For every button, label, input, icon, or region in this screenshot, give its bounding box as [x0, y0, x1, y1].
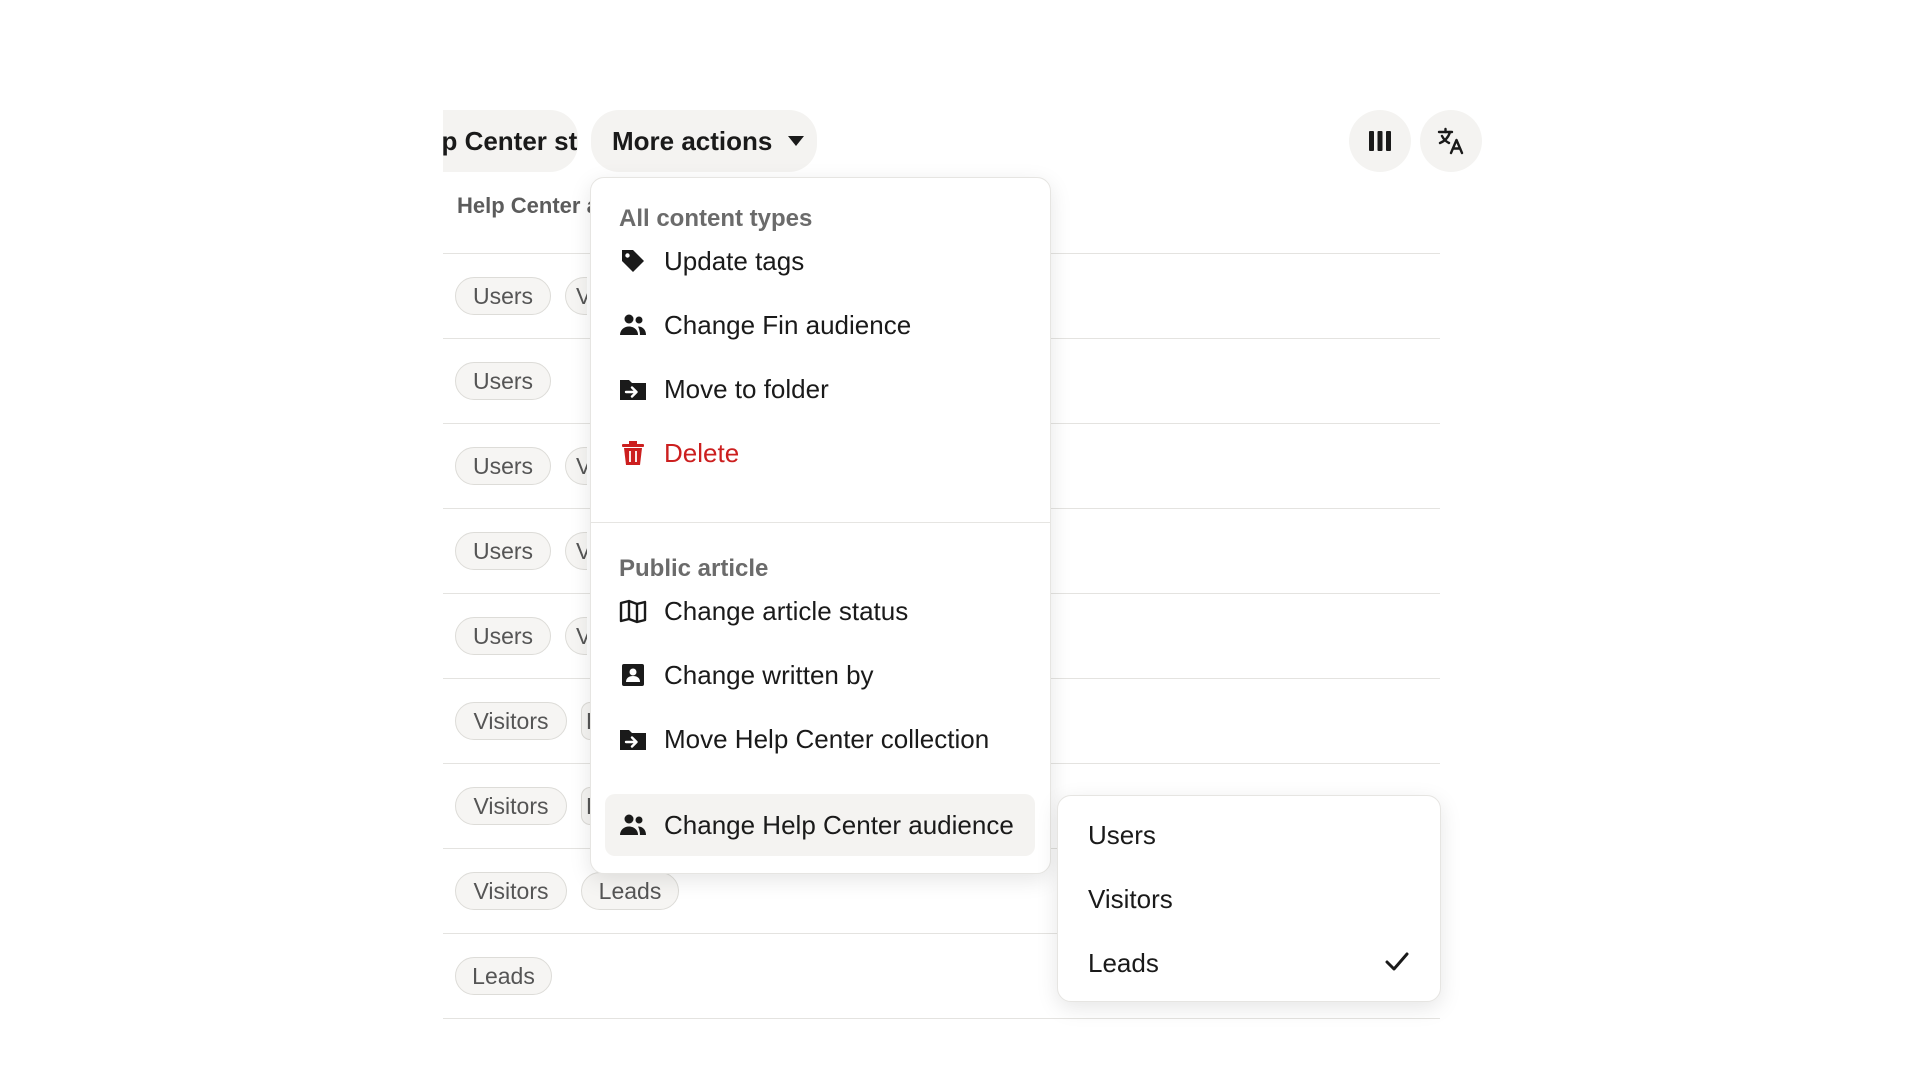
people-icon: [618, 810, 648, 840]
menu-item-label: Move Help Center collection: [664, 723, 990, 754]
submenu-option-label: Visitors: [1088, 883, 1173, 914]
submenu-option-users[interactable]: Users: [1066, 805, 1432, 865]
audience-chip: Users: [455, 447, 551, 485]
audience-chip: Leads: [581, 702, 590, 740]
audience-chip: Users: [455, 532, 551, 570]
people-icon: [618, 310, 648, 340]
audience-chip: Users: [455, 617, 551, 655]
audience-chip: Visitors: [455, 702, 567, 740]
trash-icon: [618, 438, 648, 468]
columns-button[interactable]: [1349, 110, 1411, 172]
menu-item-label: Change Fin audience: [664, 309, 912, 340]
menu-item-change-fin-audience[interactable]: Change Fin audience: [605, 294, 1035, 356]
menu-item-change-written-by[interactable]: Change written by: [605, 644, 1035, 706]
audience-chip: Visitors: [565, 447, 587, 485]
audience-chip: Users: [455, 277, 551, 315]
menu-item-label: Change Help Center audience: [664, 809, 1014, 840]
menu-item-label: Update tags: [664, 245, 805, 276]
audience-chip: Visitors: [455, 787, 567, 825]
audience-chip: Users: [455, 362, 551, 400]
menu-item-change-article-status[interactable]: Change article status: [605, 580, 1035, 642]
book-open-icon: [618, 596, 648, 626]
menu-item-update-tags[interactable]: Update tags: [605, 230, 1035, 292]
menu-section-heading: Public article: [619, 555, 769, 582]
more-actions-button[interactable]: More actions: [591, 110, 817, 172]
submenu-option-label: Leads: [1088, 947, 1159, 978]
help-center-audience-submenu: Users Visitors Leads: [1057, 795, 1441, 1002]
column-header-help-center-audience: Help Center audience: [457, 193, 597, 218]
audience-chip: Leads: [455, 957, 552, 995]
audience-chip: Leads: [581, 787, 590, 825]
submenu-option-leads[interactable]: Leads: [1066, 933, 1432, 993]
menu-item-label: Delete: [664, 437, 740, 468]
translate-button[interactable]: [1420, 110, 1482, 172]
columns-icon: [1369, 131, 1391, 151]
menu-section-heading: All content types: [619, 205, 813, 232]
menu-divider: [591, 522, 1050, 523]
check-icon: [1385, 952, 1409, 971]
tag-icon: [618, 246, 648, 276]
more-actions-label: More actions: [612, 125, 773, 156]
folder-move-icon: [618, 724, 648, 754]
caret-down-icon: [788, 136, 805, 146]
help-center-state-filter[interactable]: Help Center state: [443, 110, 578, 172]
person-card-icon: [618, 660, 648, 690]
submenu-option-label: Users: [1088, 819, 1156, 850]
menu-item-change-help-center-audience[interactable]: Change Help Center audience: [605, 794, 1035, 856]
audience-chip: Leads: [581, 872, 679, 910]
folder-move-icon: [618, 374, 648, 404]
help-center-state-filter-clip: Help Center state: [443, 110, 578, 172]
menu-item-label: Change article status: [664, 595, 909, 626]
audience-chip: Visitors: [565, 532, 587, 570]
menu-item-label: Move to folder: [664, 373, 829, 404]
menu-item-move-to-folder[interactable]: Move to folder: [605, 358, 1035, 420]
row-divider: [443, 1018, 1440, 1019]
menu-item-move-help-center-collection[interactable]: Move Help Center collection: [605, 708, 1035, 770]
audience-chip: Visitors: [455, 872, 567, 910]
audience-chip: Visitors: [565, 617, 587, 655]
audience-chip: Visitors: [565, 277, 587, 315]
help-center-state-label: Help Center state: [443, 125, 578, 156]
menu-item-label: Change written by: [664, 659, 874, 690]
translate-icon: [1437, 127, 1464, 155]
submenu-option-visitors[interactable]: Visitors: [1066, 869, 1432, 929]
more-actions-menu: All content types Update tags Change Fin…: [590, 177, 1051, 874]
menu-item-delete[interactable]: Delete: [605, 422, 1035, 484]
